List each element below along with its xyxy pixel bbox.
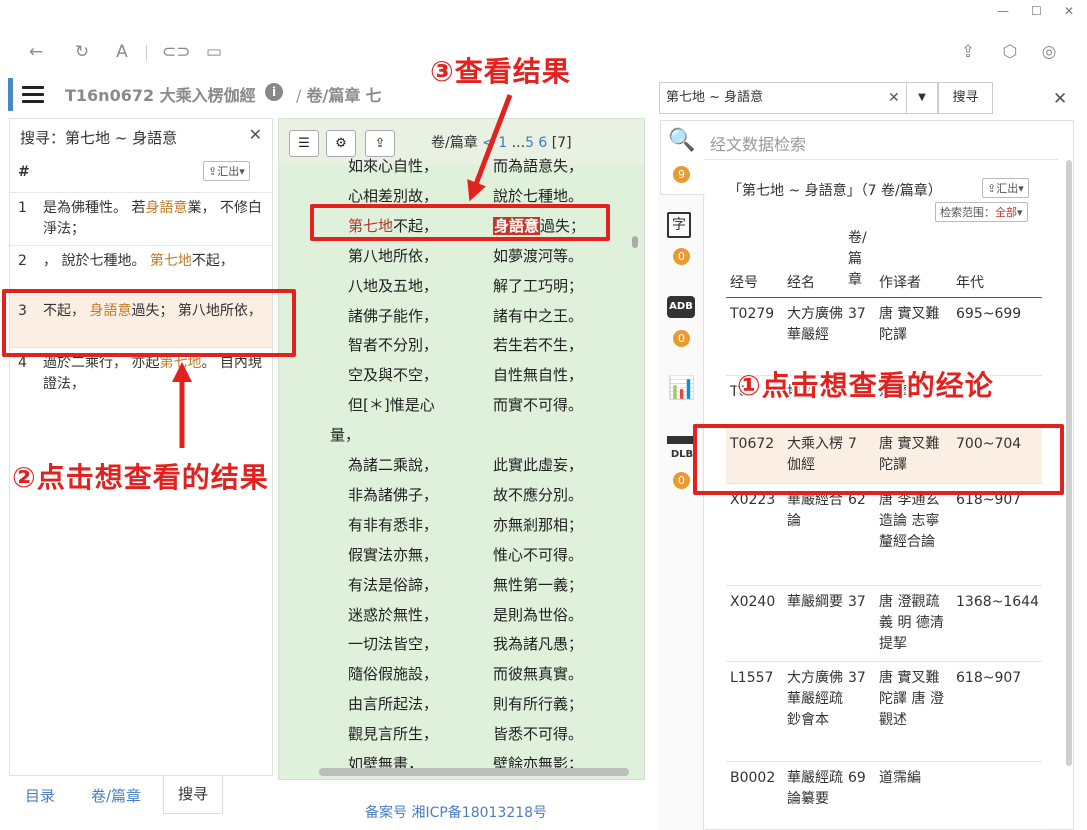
annotation-arrows [172,94,513,448]
arrow-step3 [467,94,513,202]
